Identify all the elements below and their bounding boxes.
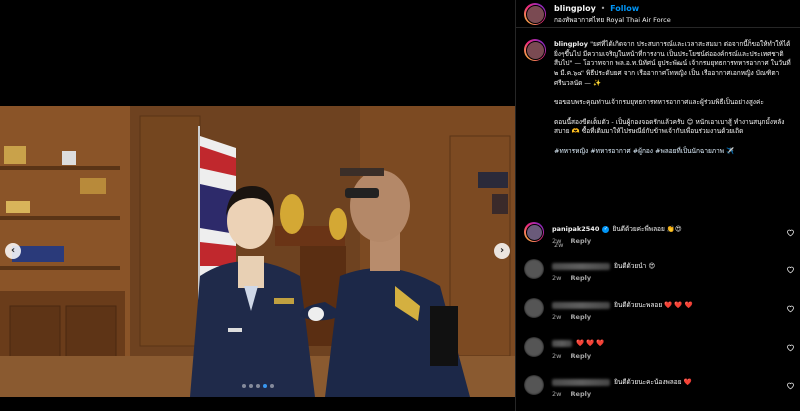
heart-icon[interactable] [786,228,795,237]
comment-avatar[interactable] [524,375,544,395]
post-header: blingploy • Follow กองทัพอากาศไทย Royal … [516,0,800,28]
comment-time: 2w [552,352,562,360]
reply-button[interactable]: Reply [571,313,592,321]
comment-body: ยินดีด้วยนะพลอย ❤️ ❤️ ❤️ [614,301,693,309]
blurred-username [552,262,610,270]
location-link[interactable]: กองทัพอากาศไทย Royal Thai Air Force [554,15,671,25]
comment-text: panipak2540 ✓ ยินดีด้วยค่ะพี่พลอย 👏😍 [552,224,682,234]
reply-button[interactable]: Reply [571,390,592,398]
comment-time: 2w [552,390,562,398]
media-pane: ‹ › [0,0,515,411]
comment-item: ❤️ ❤️ ❤️ 2w Reply [516,335,800,365]
heart-icon[interactable] [786,265,795,274]
comment-username[interactable]: panipak2540 [552,225,599,233]
caption-username[interactable]: blingploy [554,40,588,48]
heart-icon[interactable] [786,343,795,352]
caption-paragraph: ขอขอบพระคุณท่านเจ้ากรมยุทธการทหารอากาศแล… [554,98,764,107]
post-caption: blingploy "ยศที่ได้เกิดจาก ประสบการณ์และ… [516,37,800,249]
comment-time: 2w [552,313,562,321]
blurred-username [552,339,572,347]
avatar[interactable] [524,3,546,25]
comment-meta: 2w Reply [552,274,591,282]
username-link[interactable]: blingploy [554,4,596,13]
comment-item: ยินดีด้วยนำ 😍 2w Reply [516,257,800,287]
comment-avatar[interactable] [524,298,544,318]
caption-paragraph: ตอนนี้สองขีดเต็มตัว - เป็นผู้กองจอดรักแล… [554,117,785,136]
separator-dot: • [600,4,606,13]
carousel-dot-active [263,384,267,388]
header-username-row: blingploy • Follow [554,4,639,13]
comment-text: ยินดีด้วยนำ 😍 [552,261,655,271]
caption-hashtags[interactable]: #ทหารหญิง #ทหารอากาศ #ผู้กอง #พลอยที่เป็… [554,147,794,157]
comment-item: ยินดีด้วยนะพลอย ❤️ ❤️ ❤️ 2w Reply [516,296,800,326]
comment-text: ยินดีด้วยนะคะน้องพลอย ❤️ [552,377,692,387]
post-photo[interactable] [0,106,515,397]
comment-avatar[interactable] [524,337,544,357]
chevron-right-icon[interactable]: › [494,243,510,259]
comment-avatar[interactable] [524,222,544,242]
heart-icon[interactable] [786,304,795,313]
reply-button[interactable]: Reply [571,274,592,282]
comment-item: panipak2540 ✓ ยินดีด้วยค่ะพี่พลอย 👏😍 2w … [516,220,800,250]
comment-time: 2w [552,274,562,282]
caption-body: blingploy "ยศที่ได้เกิดจาก ประสบการณ์และ… [554,40,794,166]
comment-avatar[interactable] [524,259,544,279]
post-side-panel: blingploy • Follow กองทัพอากาศไทย Royal … [515,0,800,411]
comment-meta: 2w Reply [552,390,591,398]
comment-text: ยินดีด้วยนะพลอย ❤️ ❤️ ❤️ [552,300,693,310]
carousel-dot [256,384,260,388]
carousel-dot [270,384,274,388]
comment-item: ยินดีด้วยนะคะน้องพลอย ❤️ 2w Reply [516,373,800,403]
comment-time: 2w [552,237,562,245]
chevron-left-icon[interactable]: ‹ [5,243,21,259]
carousel-indicator [242,384,274,388]
caption-avatar[interactable] [524,39,546,61]
caption-paragraph: "ยศที่ได้เกิดจาก ประสบการณ์และเวลาสะสมมา… [554,40,791,87]
comment-text: ❤️ ❤️ ❤️ [552,339,605,347]
verified-badge-icon: ✓ [602,225,610,233]
comment-body: ยินดีด้วยนะคะน้องพลอย ❤️ [614,378,692,386]
comment-body: ยินดีด้วยค่ะพี่พลอย 👏😍 [612,225,682,233]
blurred-username [552,301,610,309]
comment-body: ❤️ ❤️ ❤️ [576,339,605,347]
carousel-dot [249,384,253,388]
comment-meta: 2w Reply [552,352,591,360]
heart-icon[interactable] [786,381,795,390]
blurred-username [552,378,610,386]
reply-button[interactable]: Reply [571,237,592,245]
comment-body: ยินดีด้วยนำ 😍 [614,262,656,270]
reply-button[interactable]: Reply [571,352,592,360]
comment-meta: 2w Reply [552,313,591,321]
comment-meta: 2w Reply [552,237,591,245]
carousel-dot [242,384,246,388]
follow-button[interactable]: Follow [610,4,639,13]
